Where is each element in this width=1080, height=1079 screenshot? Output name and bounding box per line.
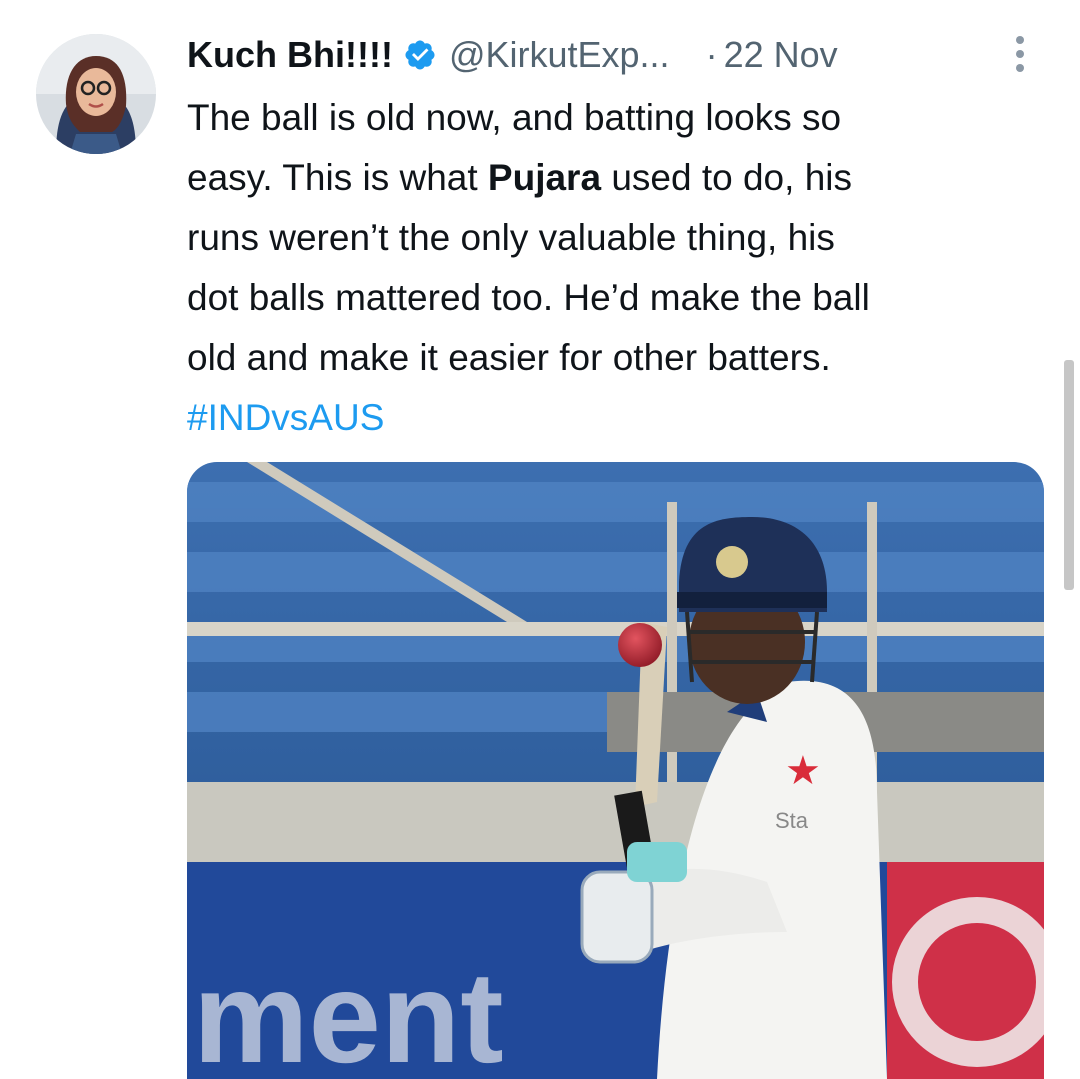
hashtag-link[interactable]: #INDvsAUS [187, 397, 384, 438]
avatar[interactable] [36, 34, 156, 154]
cricket-ball [618, 623, 662, 667]
verified-badge-icon [403, 38, 437, 72]
sponsor-text: Sta [775, 808, 809, 833]
separator-dot: · [705, 34, 718, 75]
tweet-header: Kuch Bhi!!!! @KirkutExp... · 22 Nov [187, 30, 1040, 80]
tweet: Kuch Bhi!!!! @KirkutExp... · 22 Nov The … [0, 0, 1080, 1079]
display-name[interactable]: Kuch Bhi!!!! [187, 34, 393, 76]
tweet-text-line: easy. This is what Pujara used to do, hi… [187, 148, 1057, 208]
tweet-text-line: The ball is old now, and batting looks s… [187, 97, 842, 138]
tweet-text-line: #INDvsAUS [187, 388, 1057, 448]
cricket-photo: ment ★ Sta [187, 462, 1044, 1079]
tweet-text-fragment: easy. This is what [187, 157, 488, 198]
tweet-text-fragment: used to do, his [601, 157, 852, 198]
avatar-photo [36, 34, 156, 154]
tweet-media-image[interactable]: ment ★ Sta [187, 462, 1044, 1079]
tweet-text-line: old and make it easier for other batters… [187, 337, 831, 378]
scrollbar[interactable] [1064, 360, 1074, 590]
author-handle[interactable]: @KirkutExp... [449, 34, 670, 76]
star-logo-icon: ★ [785, 749, 821, 793]
tweet-text-line: runs weren’t the only valuable thing, hi… [187, 217, 835, 258]
more-options-icon[interactable] [1008, 36, 1032, 80]
banner-text: ment [193, 944, 504, 1079]
tweet-date[interactable]: 22 Nov [724, 34, 838, 76]
tweet-text-line: dot balls mattered too. He’d make the ba… [187, 277, 870, 318]
bold-mention: Pujara [487, 157, 602, 198]
tweet-text: The ball is old now, and batting looks s… [187, 88, 1057, 448]
